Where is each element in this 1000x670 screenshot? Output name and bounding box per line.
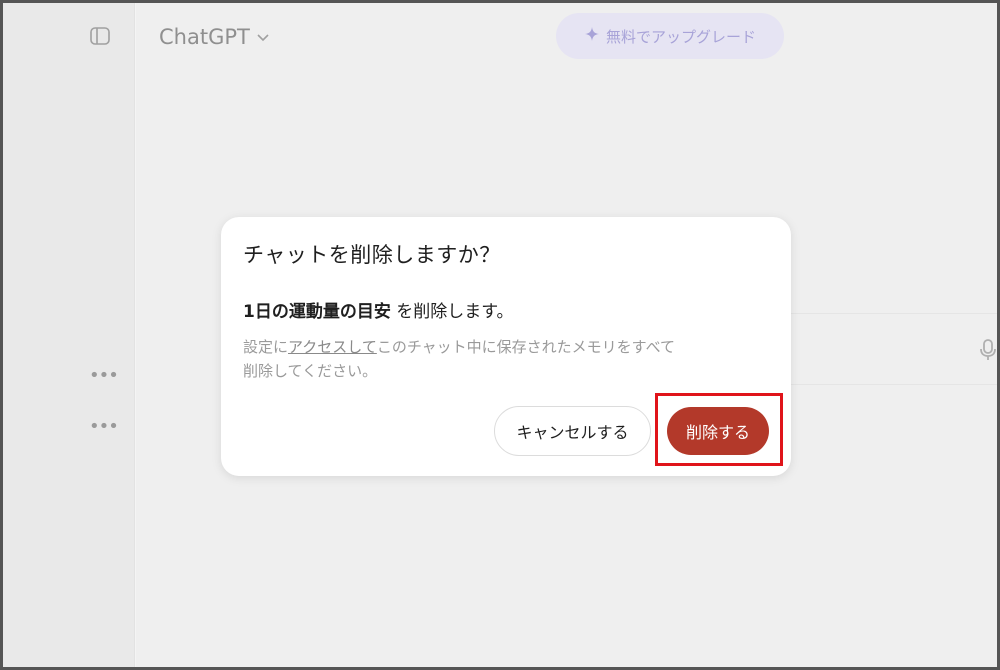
sidebar: ••• ••• [3, 3, 135, 667]
note-prefix: 設定に [243, 338, 289, 356]
chat-more-icon[interactable]: ••• [89, 367, 119, 385]
upgrade-button[interactable]: 無料でアップグレード [556, 13, 784, 59]
composer-background [788, 313, 997, 385]
delete-suffix: を削除します。 [390, 302, 514, 322]
model-switcher[interactable]: ChatGPT [159, 23, 270, 51]
sidebar-toggle-icon[interactable] [89, 25, 111, 47]
settings-link[interactable]: アクセスして [288, 338, 377, 356]
chat-more-icon[interactable]: ••• [89, 418, 119, 436]
model-name: ChatGPT [159, 25, 250, 49]
microphone-icon[interactable] [979, 338, 997, 362]
dialog-title: チャットを削除しますか？ [243, 243, 501, 267]
chevron-down-icon [256, 25, 270, 49]
upgrade-label: 無料でアップグレード [605, 27, 756, 46]
sparkle-icon [584, 26, 600, 46]
highlight-annotation [655, 393, 783, 466]
note-rest: このチャット中に保存されたメモリをすべて [376, 338, 676, 356]
app-window: ••• ••• ChatGPT 無料でアップグレード チャットを削除しますか？ … [0, 0, 1000, 670]
cancel-button[interactable]: キャンセルする [494, 406, 651, 456]
note-line2: 削除してください。 [243, 362, 378, 380]
dialog-message: 1日の運動量の目安 を削除します。 [243, 297, 514, 322]
chat-name: 1日の運動量の目安 [243, 302, 391, 322]
dialog-note: 設定にアクセスしてこのチャット中に保存されたメモリをすべて 削除してください。 [243, 335, 773, 383]
